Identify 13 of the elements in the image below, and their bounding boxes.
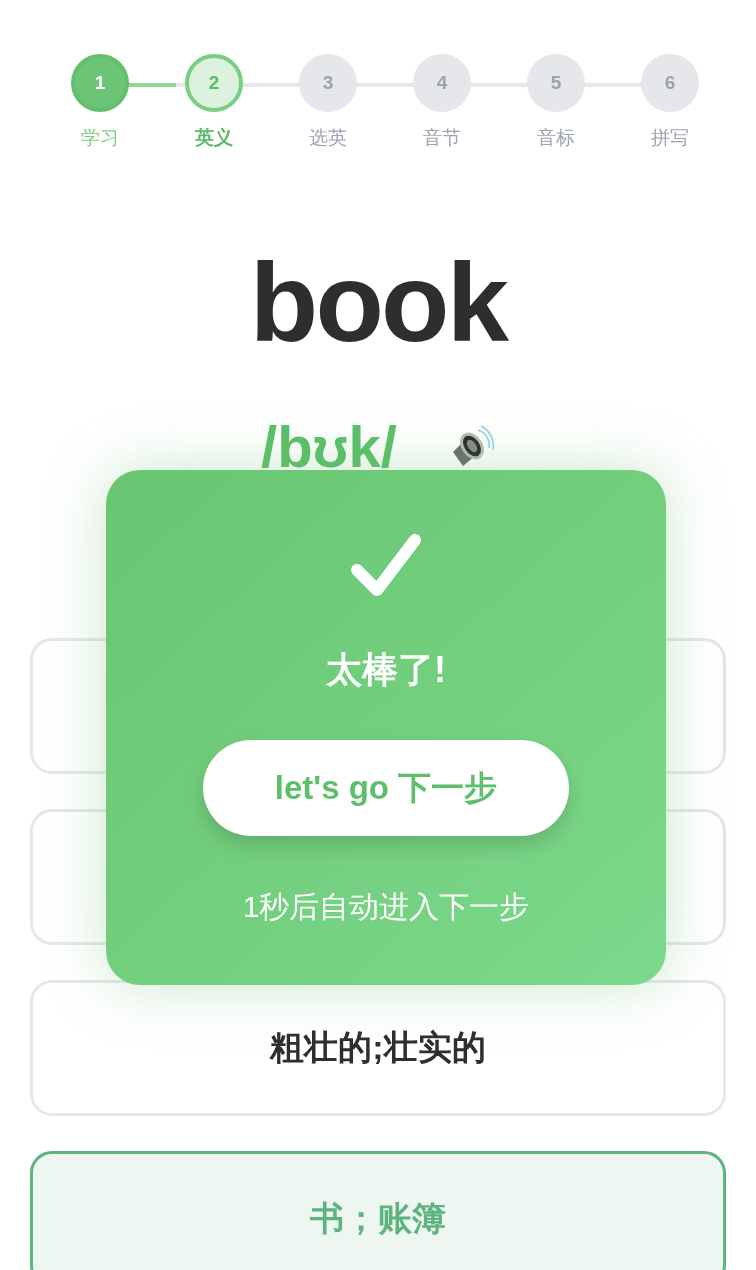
- auto-advance-note: 1秒后自动进入下一步: [242, 892, 530, 922]
- dialog-title: 太棒了!: [326, 652, 446, 688]
- step-label: 选英: [309, 126, 347, 150]
- phonetic: /bʊk/: [261, 417, 397, 476]
- step-label: 音节: [423, 126, 461, 150]
- step-label: 音标: [537, 126, 575, 150]
- next-step-button[interactable]: let's go 下一步: [203, 740, 569, 836]
- step-label: 学习: [81, 126, 119, 150]
- step-label: 英义: [195, 126, 233, 150]
- step-label: 拼写: [651, 126, 689, 150]
- word: book: [249, 246, 507, 359]
- answer-option[interactable]: 书；账簿: [30, 1150, 726, 1270]
- answer-option[interactable]: 粗壮的;壮实的: [30, 979, 726, 1116]
